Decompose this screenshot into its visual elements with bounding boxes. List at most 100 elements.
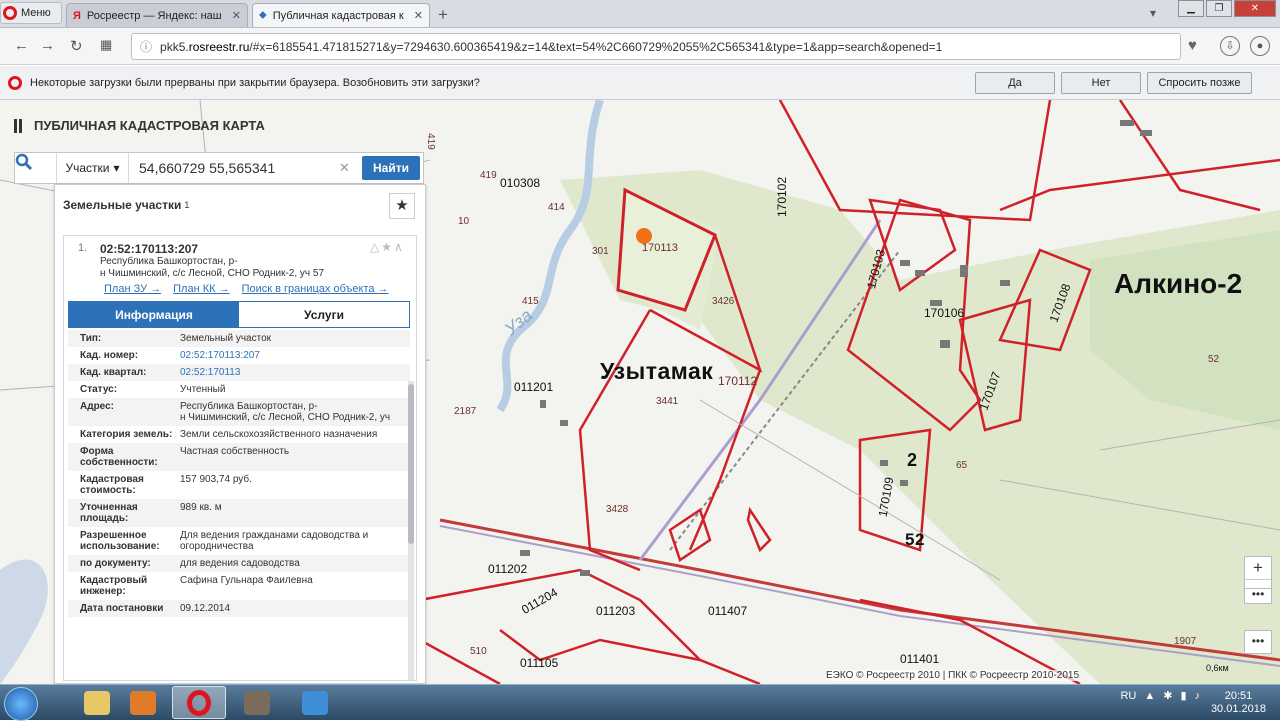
result-index: 1. <box>78 242 88 254</box>
river-uza <box>496 100 604 413</box>
search-mode-select[interactable]: Участки ▾ <box>57 153 129 183</box>
search-in-bounds-link[interactable]: Поиск в границах объекта → <box>242 283 389 295</box>
result-count: 1 <box>184 200 190 210</box>
quarter-label: 011203 <box>596 604 636 618</box>
tray-expand-icon[interactable]: ▲ <box>1144 690 1155 702</box>
address-line: н Чишминский, с/с Лесной, СНО Родник-2, … <box>100 268 325 279</box>
bluetooth-icon[interactable]: ✱ <box>1163 689 1172 702</box>
info-row: Форма собственности: Частная собственность <box>68 443 410 471</box>
tab-yandex[interactable]: Я Росреестр — Яндекс: наш ✕ <box>66 3 248 27</box>
opera-menu-button[interactable]: Меню <box>0 2 62 24</box>
parcel-label: 3441 <box>656 396 679 407</box>
info-row: Дата постановки 09.12.2014 <box>68 600 410 617</box>
start-button[interactable] <box>4 687 38 721</box>
new-tab-button[interactable]: + <box>433 5 453 25</box>
tab-menu-icon[interactable]: ▾ <box>1150 6 1156 20</box>
clock[interactable]: 20:51 30.01.2018 <box>1211 690 1266 716</box>
plan-zu-link[interactable]: План ЗУ → <box>104 283 161 295</box>
close-tab-icon[interactable]: ✕ <box>232 9 241 22</box>
date: 30.01.2018 <box>1210 703 1266 715</box>
windows-taskbar: RU ▲ ✱ ▮ ♪ 20:51 30.01.2018 <box>0 684 1280 721</box>
close-window-icon[interactable]: ✕ <box>1234 0 1276 17</box>
scrollbar-thumb[interactable] <box>408 384 414 544</box>
taskbar-app[interactable] <box>288 686 342 719</box>
quarter-label: 170102 <box>775 176 790 218</box>
taskbar-gimp[interactable] <box>230 686 284 719</box>
info-row: Тип: Земельный участок <box>68 330 410 347</box>
download-message: Некоторые загрузки были прерваны при зак… <box>30 76 480 89</box>
info-row: Адрес: Республика Башкортостан, р-н Чишми… <box>68 398 410 426</box>
search-button[interactable]: Найти <box>362 156 420 180</box>
download-icon[interactable]: ⇩ <box>1220 36 1240 56</box>
parcel-label: 419 <box>480 170 497 181</box>
parcel-card: 1. 02:52:170113:207 Республика Башкортос… <box>63 235 417 681</box>
minimize-icon[interactable]: ▁ <box>1178 0 1204 17</box>
map-copyright: ЕЭКО © Росреестр 2010 | ПКК © Росреестр … <box>826 670 1080 681</box>
yandex-icon: Я <box>73 9 81 22</box>
tab-information[interactable]: Информация <box>69 302 239 327</box>
plan-kk-link[interactable]: План КК → <box>173 283 229 295</box>
heart-icon[interactable]: ♥ <box>1188 37 1197 54</box>
language-indicator[interactable]: RU <box>1120 690 1136 702</box>
cadastral-number[interactable]: 02:52:170113:207 <box>100 242 198 256</box>
panel-scrollbar[interactable] <box>408 381 414 680</box>
network-icon[interactable]: ▮ <box>1180 689 1186 702</box>
card-actions-icons[interactable]: △★∧ <box>370 240 405 254</box>
zoom-in-button[interactable]: + <box>1245 557 1271 579</box>
chevron-down-icon: ▾ <box>113 161 120 175</box>
info-row: по документу: для ведения садоводства <box>68 555 410 572</box>
tab-label: Росреестр — Яндекс: наш <box>86 9 222 22</box>
parcel-label: 510 <box>470 646 487 657</box>
download-later-button[interactable]: Спросить позже <box>1147 72 1252 94</box>
url-rest: /#x=6185541.471815271&y=7294630.60036541… <box>249 39 943 54</box>
search-mode-label: Участки <box>65 161 110 175</box>
tab-label: Публичная кадастровая к <box>272 9 404 22</box>
results-panel: Земельные участки 1 ★ 1. 02:52:170113:20… <box>54 184 426 684</box>
download-no-button[interactable]: Нет <box>1061 72 1141 94</box>
parcel-label: 170112 <box>718 374 758 388</box>
volume-icon[interactable]: ♪ <box>1195 690 1201 702</box>
browser-navbar: ← → ↻ ▦ ⓘ pkk5.rosreestr.ru/#x=6185541.4… <box>0 28 1280 65</box>
speed-dial-icon[interactable]: ▦ <box>100 37 112 53</box>
bird-app-icon <box>302 690 328 715</box>
account-icon[interactable]: ● <box>1250 36 1270 56</box>
forward-icon[interactable]: → <box>40 37 55 54</box>
quarter-label: 011401 <box>900 652 940 666</box>
opera-logo-icon <box>8 75 22 90</box>
site-info-icon[interactable]: ⓘ <box>140 38 152 55</box>
search-bar: Участки ▾ 54,660729 55,565341 ✕ Найти <box>14 152 424 184</box>
cadastral-map[interactable]: 170113 3426 170112 3441 3428 Узытамак Ал… <box>0 100 1280 684</box>
house-number-label: 2 <box>907 450 918 470</box>
parcel-label: 52 <box>1208 354 1220 365</box>
favorite-star-icon[interactable]: ★ <box>389 193 415 219</box>
layers-menu-icon[interactable]: ••• <box>1244 630 1272 654</box>
taskbar-opera[interactable] <box>172 686 226 719</box>
close-tab-icon[interactable]: ✕ <box>414 9 423 22</box>
url-prefix: pkk5. <box>160 39 189 54</box>
taskbar-media-player[interactable] <box>116 686 170 719</box>
browser-tab-bar: Меню Я Росреестр — Яндекс: наш ✕ ⬥ Публи… <box>0 0 1280 28</box>
parcel-label: 170113 <box>642 242 678 254</box>
quarter-label: 011201 <box>514 380 554 394</box>
scale-label: 0,6км <box>1206 663 1229 673</box>
parcel-label: 1907 <box>1174 636 1197 647</box>
address-bar[interactable]: ⓘ pkk5.rosreestr.ru/#x=6185541.471815271… <box>131 33 1181 60</box>
info-row: Кад. номер: 02:52:170113:207 <box>80 350 260 361</box>
app-logo[interactable]: ПУБЛИЧНАЯ КАДАСТРОВАЯ КАРТА <box>14 118 265 133</box>
system-tray: RU ▲ ✱ ▮ ♪ <box>1120 689 1201 703</box>
reload-icon[interactable]: ↻ <box>70 37 83 55</box>
back-icon[interactable]: ← <box>14 37 29 54</box>
panel-title: Земельные участки <box>63 198 182 212</box>
search-input[interactable]: 54,660729 55,565341 <box>129 153 339 183</box>
clear-icon[interactable]: ✕ <box>339 153 359 183</box>
more-options-icon[interactable]: ••• <box>1244 588 1272 604</box>
tab-services[interactable]: Услуги <box>239 302 409 327</box>
search-icon[interactable] <box>15 153 57 183</box>
settlement-label-uzytamak: Узытамак <box>600 358 714 384</box>
panel-header: Земельные участки 1 <box>55 185 425 225</box>
info-row: Статус: Учтенный <box>80 384 226 395</box>
download-yes-button[interactable]: Да <box>975 72 1055 94</box>
time: 20:51 <box>1224 690 1253 702</box>
maximize-icon[interactable]: ❐ <box>1206 0 1232 17</box>
tab-kadastr-map[interactable]: ⬥ Публичная кадастровая к ✕ <box>252 3 430 27</box>
